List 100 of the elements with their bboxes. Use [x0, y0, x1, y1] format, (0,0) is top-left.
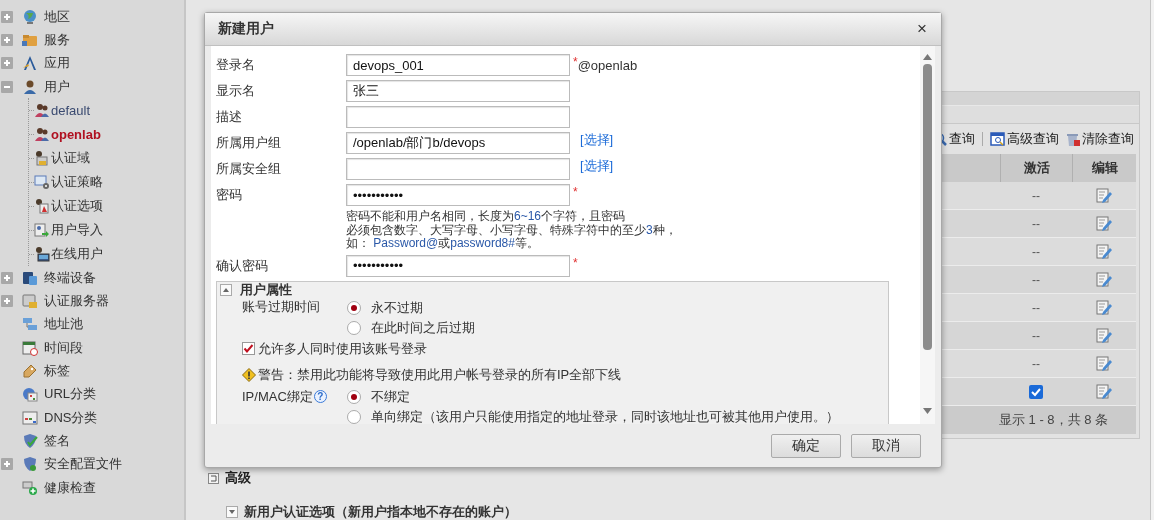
checkbox[interactable] — [1029, 384, 1043, 399]
radio-button[interactable] — [347, 389, 361, 404]
tree-item[interactable]: 认证选项 — [51, 197, 103, 216]
input-field[interactable]: devops_001 — [346, 54, 570, 76]
table-cell: -- — [1032, 300, 1040, 315]
plus-box-icon[interactable] — [1, 33, 13, 46]
tree-item[interactable]: default — [51, 102, 91, 118]
user-lock-icon — [34, 150, 50, 167]
input-field[interactable]: ••••••••••• — [346, 184, 570, 206]
advanced-search-button[interactable]: 高级查询 — [988, 130, 1061, 148]
tree-item[interactable]: 终端设备 — [44, 268, 96, 287]
edit-icon[interactable] — [1095, 382, 1113, 401]
tree-item[interactable]: 标签 — [44, 362, 70, 380]
field-label: 描述 — [216, 108, 243, 126]
checkbox[interactable] — [242, 342, 255, 355]
warning-icon — [242, 367, 256, 382]
tree-item[interactable]: 用户导入 — [51, 221, 103, 240]
warning-text: 警告：禁用此功能将导致使用此用户帐号登录的所有IP全部下线 — [258, 365, 622, 384]
tree-item[interactable]: 应用 — [44, 54, 70, 73]
field-label: 密码 — [216, 186, 243, 204]
input-field[interactable]: ••••••••••• — [346, 254, 570, 277]
user-doc-icon — [34, 198, 50, 215]
tree-item[interactable]: openlab — [51, 126, 101, 142]
tag-icon — [22, 363, 38, 379]
shield-check-icon — [22, 432, 38, 449]
tree-item[interactable]: URL分类 — [44, 385, 96, 404]
edit-icon[interactable] — [1095, 354, 1113, 373]
close-button[interactable]: × — [915, 19, 929, 39]
minus-box-icon[interactable] — [1, 80, 13, 93]
plus-box-icon[interactable] — [1, 295, 13, 308]
input-field[interactable] — [346, 106, 570, 128]
edit-icon[interactable] — [1095, 242, 1113, 261]
tree-item[interactable]: 地址池 — [44, 315, 83, 334]
required-mark: * — [573, 185, 578, 199]
collapse-icon[interactable] — [220, 283, 232, 296]
calendar-icon — [22, 339, 38, 356]
select-link[interactable]: [选择] — [580, 131, 614, 149]
edit-icon[interactable] — [1095, 270, 1113, 289]
user-monitor-icon — [34, 246, 50, 263]
pagination-text: 显示 1 - 8，共 8 条 — [998, 411, 1108, 429]
section-title: 用户属性 — [240, 280, 292, 299]
tree-item[interactable]: 时间段 — [44, 338, 83, 357]
edit-icon[interactable] — [1095, 186, 1113, 205]
radio-button[interactable] — [347, 320, 361, 335]
dialog-title: 新建用户 — [218, 20, 274, 38]
field-label: 登录名 — [216, 56, 256, 74]
edit-icon[interactable] — [1095, 214, 1113, 233]
required-mark: * — [573, 55, 578, 69]
cancel-button[interactable]: 取消 — [851, 433, 921, 458]
tree-item[interactable]: 认证服务器 — [44, 292, 109, 311]
radio-button[interactable] — [347, 409, 361, 424]
scroll-up-icon[interactable] — [923, 54, 932, 60]
globe-grid-icon — [22, 386, 38, 403]
tree-item[interactable]: 签名 — [44, 431, 70, 450]
radio-label: 单向绑定（该用户只能使用指定的地址登录，同时该地址也可被其他用户使用。） — [371, 407, 839, 424]
table-cell: -- — [1032, 244, 1040, 259]
plus-box-icon[interactable] — [1, 57, 13, 70]
scrollbar[interactable] — [920, 46, 935, 424]
toggle-icon[interactable] — [208, 472, 219, 484]
ok-button[interactable]: 确定 — [771, 433, 841, 458]
table-cell: -- — [1032, 356, 1040, 371]
plus-box-icon[interactable] — [1, 271, 13, 284]
health-plus-icon — [22, 479, 38, 496]
tree-item[interactable]: 地区 — [44, 7, 70, 26]
checkbox-label: 允许多人同时使用该账号登录 — [258, 339, 427, 358]
plus-box-icon[interactable] — [1, 458, 13, 471]
input-field[interactable]: /openlab/部门b/devops — [346, 132, 570, 154]
tree-item[interactable]: 健康检查 — [44, 478, 96, 497]
import-icon — [34, 222, 50, 239]
field-label: 所属用户组 — [216, 134, 282, 152]
tree-item[interactable]: 用户 — [44, 77, 70, 96]
input-field[interactable] — [346, 158, 570, 180]
tree-item[interactable]: 安全配置文件 — [44, 455, 122, 474]
users-icon — [34, 126, 50, 143]
tree-item[interactable]: 认证策略 — [51, 173, 103, 192]
edit-icon[interactable] — [1095, 298, 1113, 317]
field-label: 显示名 — [216, 82, 256, 100]
table-cell: -- — [1032, 216, 1040, 231]
grid-icon — [22, 409, 38, 426]
clear-search-button[interactable]: 清除查询 — [1063, 130, 1136, 148]
radio-label: 在此时间之后过期 — [371, 318, 475, 337]
globe-icon — [22, 8, 38, 25]
tree-item[interactable]: DNS分类 — [44, 408, 98, 427]
required-mark: * — [573, 255, 578, 270]
section-title: 新用户认证选项（新用户指本地不存在的账户） — [244, 503, 517, 520]
plus-box-icon[interactable] — [1, 10, 13, 23]
user-icon — [22, 78, 38, 95]
scroll-down-icon[interactable] — [923, 408, 932, 414]
tree-item[interactable]: 认证域 — [51, 149, 90, 168]
expand-icon[interactable] — [226, 506, 238, 518]
help-icon[interactable]: ? — [313, 390, 327, 403]
table-cell: -- — [1032, 188, 1040, 203]
tree-item[interactable]: 在线用户 — [51, 245, 103, 264]
edit-icon[interactable] — [1095, 326, 1113, 345]
tree-item[interactable]: 服务 — [44, 30, 70, 49]
input-field[interactable]: 张三 — [346, 80, 570, 102]
select-link[interactable]: [选择] — [580, 157, 614, 175]
radio-button[interactable] — [347, 300, 361, 315]
field-label: 所属安全组 — [216, 160, 282, 178]
field-label: 确认密码 — [216, 256, 269, 275]
